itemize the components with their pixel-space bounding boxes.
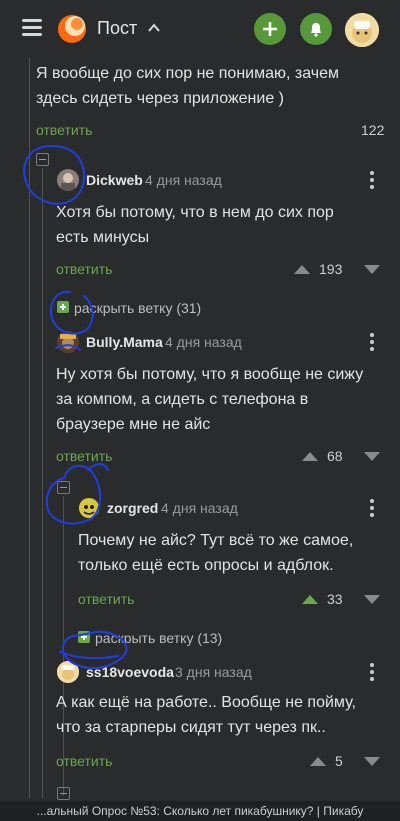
downvote-icon[interactable] xyxy=(360,260,384,278)
rating-count: 193 xyxy=(319,261,343,277)
rating-count: 68 xyxy=(327,448,343,464)
reply-link[interactable]: ответить xyxy=(56,261,112,277)
comment-text: браузере мне не айс xyxy=(56,416,211,433)
avatar[interactable] xyxy=(57,661,79,683)
expand-thread-icon[interactable] xyxy=(57,301,69,313)
comment-text: что за старперы сидят тут через пк.. xyxy=(56,719,326,736)
more-icon[interactable] xyxy=(369,170,375,190)
reply-link[interactable]: ответить xyxy=(56,753,112,769)
upvote-icon[interactable] xyxy=(290,260,314,278)
rating-count: 122 xyxy=(361,122,385,138)
comment-text: Почему не айс? Тут всё то же самое, xyxy=(78,532,354,549)
avatar[interactable] xyxy=(57,169,79,191)
rating-count: 5 xyxy=(335,753,343,769)
more-icon[interactable] xyxy=(369,498,375,518)
upvote-icon[interactable] xyxy=(298,590,322,608)
downvote-icon[interactable] xyxy=(360,752,384,770)
browser-tab-title[interactable]: ...альный Опрос №53: Сколько лет пикабуш… xyxy=(0,801,400,821)
comment-date[interactable]: 4 дня назад xyxy=(165,334,242,350)
comment-text: Я вообще до сих пор не понимаю, зачем xyxy=(36,65,339,82)
thread-line xyxy=(63,496,64,796)
more-icon[interactable] xyxy=(369,662,375,682)
comment-text: только ещё есть опросы и адблок. xyxy=(78,557,334,574)
comment-text: А как ещё на работе.. Вообще не пойму, xyxy=(56,694,356,711)
reply-link[interactable]: ответить xyxy=(36,122,92,138)
page-title[interactable]: Пост xyxy=(97,18,137,39)
chevron-up-icon[interactable] xyxy=(147,21,161,35)
expand-thread-link[interactable]: раскрыть ветку (31) xyxy=(74,300,201,316)
downvote-icon[interactable] xyxy=(360,447,384,465)
author-name[interactable]: zorgred xyxy=(107,500,158,516)
collapse-thread-button[interactable] xyxy=(57,481,70,494)
reply-link[interactable]: ответить xyxy=(78,591,134,607)
add-post-button[interactable] xyxy=(254,13,286,45)
avatar[interactable] xyxy=(57,331,79,353)
comment-date[interactable]: 3 дня назад xyxy=(175,664,252,680)
plus-icon xyxy=(263,22,277,36)
reply-link[interactable]: ответить xyxy=(56,448,112,464)
author-name[interactable]: ss18voevoda xyxy=(86,664,174,680)
avatar[interactable] xyxy=(78,497,100,519)
downvote-icon[interactable] xyxy=(360,590,384,608)
notifications-button[interactable] xyxy=(300,13,332,45)
rating-count: 33 xyxy=(327,591,343,607)
comment-text: за компом, а сидеть с телефона в xyxy=(56,391,309,408)
comment-text: есть минусы xyxy=(56,229,150,246)
thread-line xyxy=(29,58,30,798)
comment-text: здесь сидеть через приложение ) xyxy=(36,90,284,107)
expand-thread-icon[interactable] xyxy=(78,631,90,643)
author-name[interactable]: Dickweb xyxy=(86,172,143,188)
thread-line xyxy=(42,168,43,798)
upvote-icon[interactable] xyxy=(298,447,322,465)
author-name[interactable]: Bully.Mama xyxy=(86,334,163,350)
more-icon[interactable] xyxy=(369,332,375,352)
expand-thread-link[interactable]: раскрыть ветку (13) xyxy=(95,630,222,646)
menu-icon[interactable] xyxy=(22,19,42,36)
collapse-thread-button[interactable] xyxy=(57,787,70,800)
user-avatar[interactable] xyxy=(345,13,379,47)
comment-text: Хотя бы потому, что в нем до сих пор xyxy=(56,204,334,221)
comment-date[interactable]: 4 дня назад xyxy=(145,172,222,188)
comment-date[interactable]: 4 дня назад xyxy=(161,500,238,516)
upvote-icon[interactable] xyxy=(306,752,330,770)
comment-text: Ну хотя бы потому, что я вообще не сижу xyxy=(56,366,364,383)
pikabu-logo-icon[interactable] xyxy=(57,14,87,44)
bell-icon xyxy=(311,23,321,37)
collapse-thread-button[interactable] xyxy=(36,153,49,166)
